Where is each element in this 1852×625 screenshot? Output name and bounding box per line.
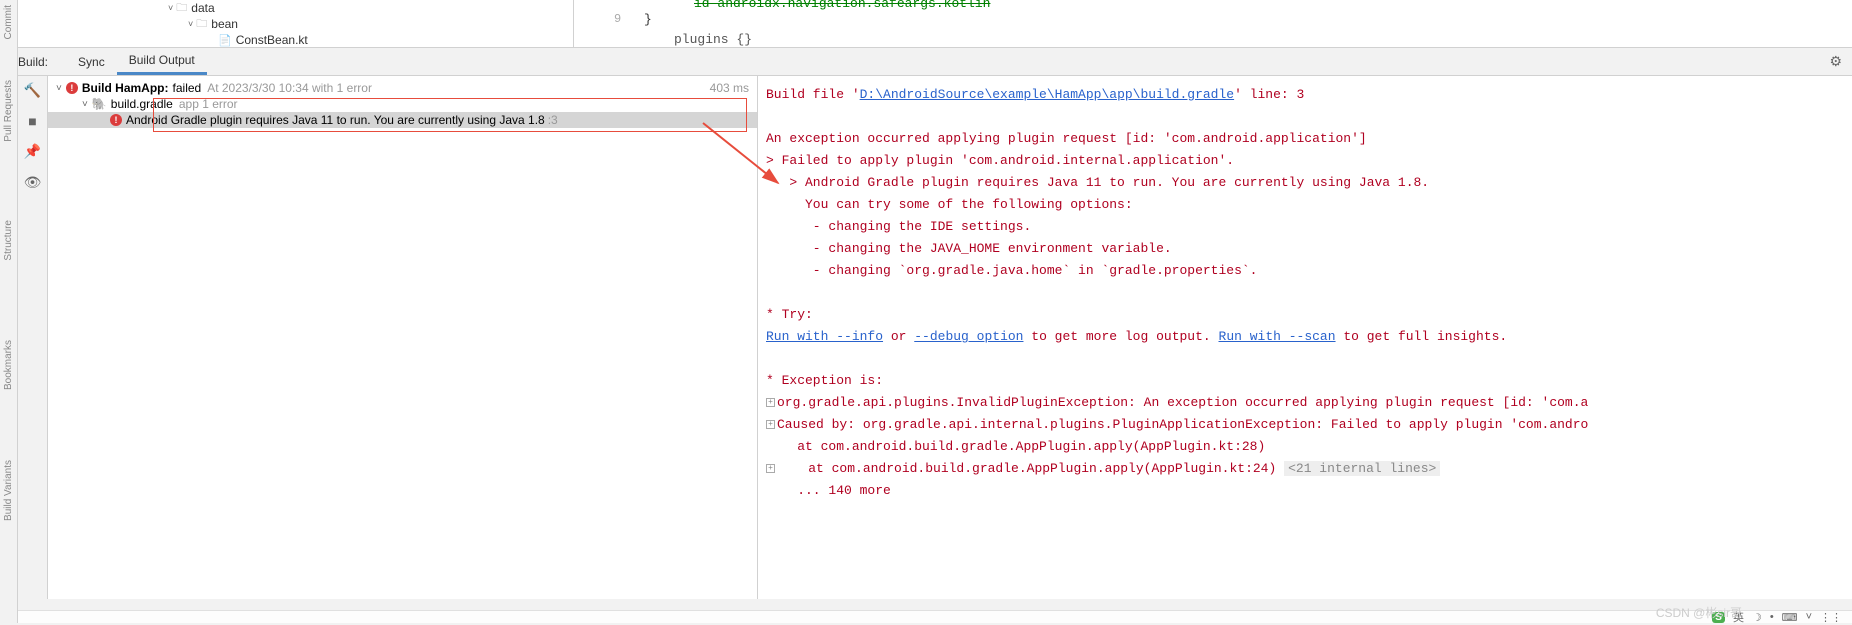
expand-icon[interactable]: + bbox=[766, 398, 775, 407]
project-tree[interactable]: ˅ 🗀 data ˅ 🗀 bean 📄 ConstBean.kt bbox=[18, 0, 573, 47]
chevron-down-icon[interactable]: ˅ bbox=[1806, 611, 1812, 623]
vbar-variants[interactable]: Build Variants bbox=[3, 460, 14, 521]
stop-icon[interactable]: ■ bbox=[28, 113, 36, 129]
internal-lines-badge[interactable]: <21 internal lines> bbox=[1284, 461, 1440, 476]
build-label: Build: bbox=[18, 55, 48, 69]
tree-item-data[interactable]: data bbox=[191, 1, 214, 15]
gear-icon[interactable]: ⚙ bbox=[1829, 53, 1842, 70]
detail-l18: at com.android.build.gradle.AppPlugin.ap… bbox=[777, 461, 1276, 476]
build-detail-panel[interactable]: Build file 'D:\AndroidSource\example\Ham… bbox=[758, 76, 1852, 599]
l12-mid1: or bbox=[883, 329, 914, 344]
build-toolbar: 🔨 ■ 📌 👁 bbox=[18, 76, 48, 599]
build-root-meta: At 2023/3/30 10:34 with 1 error bbox=[207, 81, 372, 95]
build-tree-panel: ˅ ! Build HamApp: failed At 2023/3/30 10… bbox=[48, 76, 758, 599]
keyboard-icon[interactable]: ⌨ bbox=[1782, 611, 1798, 624]
detail-l4: > Failed to apply plugin 'com.android.in… bbox=[766, 150, 1842, 172]
folder-icon: 🗀 bbox=[176, 0, 187, 18]
tree-item-constbean[interactable]: ConstBean.kt bbox=[236, 33, 308, 47]
expand-icon[interactable]: + bbox=[766, 420, 775, 429]
detail-l6: You can try some of the following option… bbox=[766, 194, 1842, 216]
detail-l11: * Try: bbox=[766, 304, 1842, 326]
build-gradle-row[interactable]: ˅ 🐘 build.gradle app 1 error bbox=[48, 96, 757, 112]
detail-l1-prefix: Build file ' bbox=[766, 87, 860, 102]
build-root-row[interactable]: ˅ ! Build HamApp: failed At 2023/3/30 10… bbox=[48, 80, 757, 96]
detail-l16: Caused by: org.gradle.api.internal.plugi… bbox=[777, 417, 1588, 432]
detail-l8: - changing the JAVA_HOME environment var… bbox=[766, 238, 1842, 260]
detail-l19: ... 140 more bbox=[766, 480, 1842, 502]
build-file-link[interactable]: D:\AndroidSource\example\HamApp\app\buil… bbox=[860, 87, 1234, 102]
debug-option-link[interactable]: --debug option bbox=[914, 329, 1023, 344]
dot-icon[interactable]: • bbox=[1770, 611, 1774, 623]
build-root-status: failed bbox=[173, 81, 202, 95]
hammer-icon[interactable]: 🔨 bbox=[24, 82, 41, 99]
tab-sync[interactable]: Sync bbox=[66, 50, 117, 74]
build-error-suffix: :3 bbox=[548, 113, 558, 127]
tree-item-bean[interactable]: bean bbox=[211, 17, 238, 31]
editor-green-line: id androidx.navigation.safeargs.kotlin bbox=[694, 0, 990, 11]
build-root-label: Build HamApp: bbox=[82, 81, 169, 95]
build-error-msg: Android Gradle plugin requires Java 11 t… bbox=[126, 113, 545, 127]
expand-icon[interactable]: + bbox=[766, 464, 775, 473]
build-gradle-label: build.gradle bbox=[111, 97, 173, 111]
chevron-down-icon[interactable]: ˅ bbox=[168, 3, 173, 13]
editor-plugins: plugins {} bbox=[674, 32, 752, 47]
editor-close-brace: } bbox=[644, 12, 652, 27]
detail-l1-suffix: ' line: 3 bbox=[1234, 87, 1304, 102]
vbar-pull[interactable]: Pull Requests bbox=[3, 80, 14, 142]
moon-icon[interactable]: ☽ bbox=[1752, 611, 1762, 624]
build-error-row[interactable]: ! Android Gradle plugin requires Java 11… bbox=[48, 112, 757, 128]
detail-l9: - changing `org.gradle.java.home` in `gr… bbox=[766, 260, 1842, 282]
l12-end: to get full insights. bbox=[1336, 329, 1508, 344]
status-bar: S 英 ☽ • ⌨ ˅ ⋮⋮ bbox=[0, 610, 1852, 623]
run-info-link[interactable]: Run with --info bbox=[766, 329, 883, 344]
detail-l5: > Android Gradle plugin requires Java 11… bbox=[766, 172, 1842, 194]
detail-l17: at com.android.build.gradle.AppPlugin.ap… bbox=[766, 436, 1842, 458]
kotlin-file-icon: 📄 bbox=[218, 34, 232, 47]
run-scan-link[interactable]: Run with --scan bbox=[1219, 329, 1336, 344]
build-tabs-bar: Build: Sync Build Output ⚙ bbox=[0, 48, 1852, 76]
eye-icon[interactable]: 👁 bbox=[24, 174, 42, 191]
watermark: CSDN @彬sir哥 bbox=[1656, 604, 1742, 621]
tab-build-output[interactable]: Build Output bbox=[117, 48, 207, 75]
vbar-bookmarks[interactable]: Bookmarks bbox=[3, 340, 14, 390]
vbar-structure[interactable]: Structure bbox=[3, 220, 14, 261]
chevron-down-icon[interactable]: ˅ bbox=[56, 83, 62, 94]
l12-mid2: to get more log output. bbox=[1023, 329, 1218, 344]
chevron-down-icon[interactable]: ˅ bbox=[82, 99, 88, 110]
left-toolbar: Commit Pull Requests Structure Bookmarks… bbox=[0, 0, 18, 623]
menu-icon[interactable]: ⋮⋮ bbox=[1820, 611, 1842, 624]
error-icon: ! bbox=[66, 82, 78, 94]
error-icon: ! bbox=[110, 114, 122, 126]
detail-l15: org.gradle.api.plugins.InvalidPluginExce… bbox=[777, 395, 1588, 410]
vbar-commit[interactable]: Commit bbox=[3, 5, 14, 39]
detail-l3: An exception occurred applying plugin re… bbox=[766, 128, 1842, 150]
editor-area[interactable]: 9 id androidx.navigation.safeargs.kotlin… bbox=[573, 0, 1852, 47]
line-number-9: 9 bbox=[614, 12, 621, 26]
detail-l7: - changing the IDE settings. bbox=[766, 216, 1842, 238]
build-gradle-meta: app 1 error bbox=[179, 97, 238, 111]
detail-l14: * Exception is: bbox=[766, 370, 1842, 392]
pin-icon[interactable]: 📌 bbox=[24, 143, 41, 160]
gradle-icon: 🐘 bbox=[92, 97, 107, 111]
build-root-duration: 403 ms bbox=[710, 81, 749, 95]
folder-icon: 🗀 bbox=[196, 15, 207, 34]
chevron-down-icon[interactable]: ˅ bbox=[188, 19, 193, 29]
